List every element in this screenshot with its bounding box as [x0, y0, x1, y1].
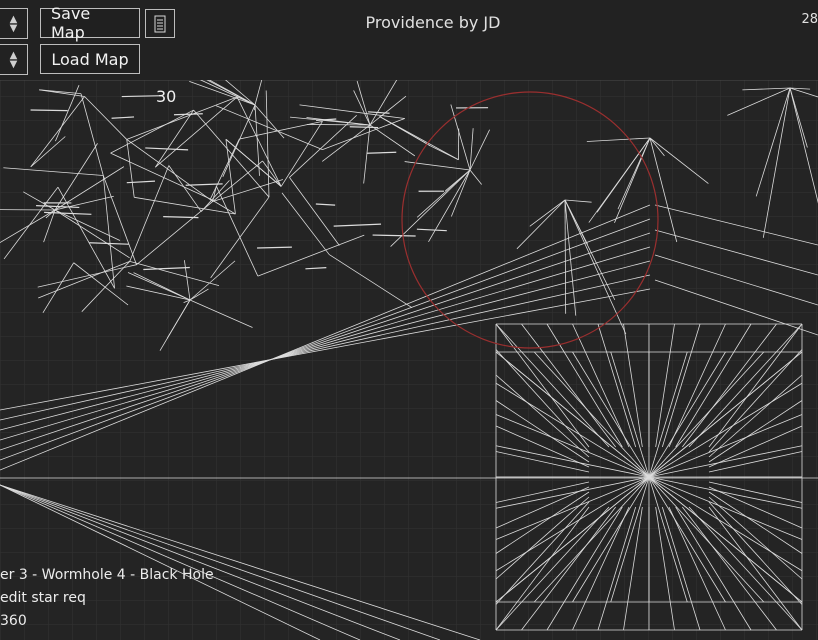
- status-line-3: 360: [0, 613, 27, 629]
- connection-line: [349, 126, 379, 129]
- spinner-bottom[interactable]: ▲ ▼: [0, 44, 28, 75]
- options-button[interactable]: [145, 9, 175, 38]
- chevron-updown-icon: ▲ ▼: [9, 49, 18, 70]
- map-grid: [0, 80, 818, 640]
- spinner-top[interactable]: ▲ ▼: [0, 8, 28, 39]
- map-canvas[interactable]: [0, 0, 818, 640]
- connection-line: [30, 109, 68, 112]
- chevron-updown-icon: ▲ ▼: [9, 13, 18, 34]
- corner-counter: 28: [801, 12, 818, 27]
- page-title: Providence by JD: [365, 13, 501, 32]
- save-map-button[interactable]: Save Map: [40, 4, 140, 42]
- status-line-1: er 3 - Wormhole 4 - Black Hole: [0, 567, 214, 583]
- status-line-2: edit star req: [0, 590, 86, 606]
- list-icon: [154, 15, 166, 32]
- load-map-button[interactable]: Load Map: [40, 44, 140, 74]
- connection-line: [257, 246, 292, 249]
- node-label: 30: [156, 87, 177, 106]
